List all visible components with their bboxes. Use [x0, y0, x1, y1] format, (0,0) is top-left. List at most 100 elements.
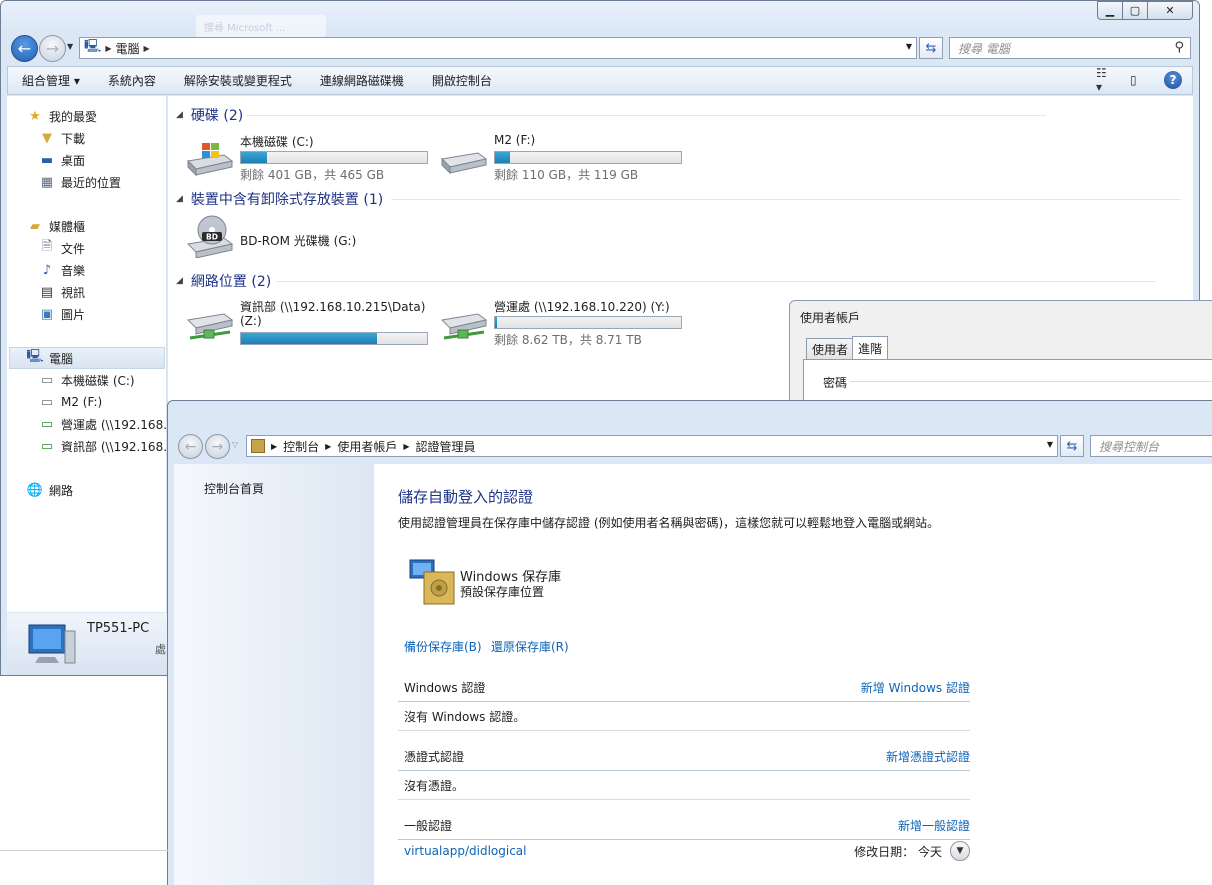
- vault-location: 預設保存庫位置: [460, 585, 545, 599]
- tab-advanced[interactable]: 進階: [852, 336, 889, 360]
- recent-pages-dropdown[interactable]: ▽: [232, 440, 238, 449]
- nav-network-drive-z[interactable]: ▭ 資訊部 (\\192.168.1: [39, 436, 175, 456]
- maximize-button[interactable]: ▢: [1123, 1, 1148, 20]
- nav-desktop[interactable]: ▬ 桌面: [39, 150, 85, 170]
- nav-network[interactable]: 🌐 網路: [27, 480, 73, 500]
- drive-g[interactable]: BD BD-ROM 光碟機 (G:): [186, 214, 446, 264]
- breadcrumb-separator[interactable]: ▶: [325, 442, 331, 451]
- nav-label: 文件: [61, 241, 86, 256]
- pc-name: TP551-PC: [87, 621, 150, 636]
- address-dropdown[interactable]: ▼: [1047, 440, 1053, 449]
- address-bar[interactable]: ▶ 控制台 ▶ 使用者帳戶 ▶ 認證管理員 ▼: [246, 435, 1058, 457]
- nav-computer[interactable]: 🖳 電腦: [26, 348, 73, 368]
- breadcrumb-computer[interactable]: 電腦: [116, 40, 140, 57]
- nav-drive-c[interactable]: ▭ 本機磁碟 (C:): [39, 370, 135, 390]
- group-header-hdd[interactable]: ◢ 硬碟 (2): [176, 105, 1046, 125]
- nav-drive-f[interactable]: ▭ M2 (F:): [39, 392, 102, 412]
- address-dropdown[interactable]: ▼: [906, 42, 912, 51]
- nav-recent[interactable]: ▦ 最近的位置: [39, 172, 121, 192]
- group-header-network[interactable]: ◢ 網路位置 (2): [176, 271, 1156, 291]
- star-icon: ★: [29, 108, 41, 124]
- drive-usage-fill: [241, 333, 377, 344]
- minimize-button[interactable]: ▁: [1097, 1, 1123, 20]
- documents-icon: 🗎: [41, 239, 53, 254]
- network-drive-y[interactable]: 營運處 (\\192.168.10.220) (Y:) 剩餘 8.62 TB，共…: [440, 298, 700, 348]
- refresh-button[interactable]: ⇆: [919, 37, 943, 59]
- computer-icon: 🖳: [26, 349, 44, 364]
- group-title: 網路位置 (2): [190, 274, 272, 290]
- collapse-triangle-icon[interactable]: ◢: [176, 194, 183, 204]
- preview-pane-icon[interactable]: ▯: [1130, 71, 1150, 89]
- group-header-removable[interactable]: ◢ 裝置中含有卸除式存放裝置 (1): [176, 189, 1181, 209]
- network-drive-icon: ▭: [40, 416, 54, 432]
- group-title: 裝置中含有卸除式存放裝置 (1): [190, 192, 384, 208]
- expand-credential-button[interactable]: ▼: [950, 841, 970, 861]
- nav-network-drive-y[interactable]: ▭ 營運處 (\\192.168.1: [39, 414, 175, 434]
- drive-usage-fill: [495, 152, 510, 163]
- search-input[interactable]: 搜尋控制台: [1090, 435, 1212, 457]
- nav-downloads[interactable]: ▼ 下載: [39, 128, 85, 148]
- tab-users[interactable]: 使用者: [806, 338, 855, 360]
- forward-button[interactable]: →: [205, 434, 230, 459]
- system-properties-button[interactable]: 系統內容: [94, 72, 170, 89]
- forward-button[interactable]: →: [39, 35, 66, 62]
- section-title: 一般認證: [404, 819, 453, 833]
- windows-drive-icon: ▭: [40, 372, 54, 388]
- network-drive-icon: [440, 313, 488, 340]
- nav-pictures[interactable]: ▣ 圖片: [39, 304, 85, 324]
- help-icon[interactable]: ?: [1164, 71, 1182, 89]
- forward-arrow-icon: →: [45, 39, 60, 58]
- nav-music[interactable]: ♪ 音樂: [39, 260, 85, 280]
- drive-c[interactable]: 本機磁碟 (C:) 剩餘 401 GB，共 465 GB: [186, 133, 446, 183]
- drive-letter: (Z:): [240, 314, 262, 328]
- drive-icon: [440, 152, 488, 175]
- backup-vault-link[interactable]: 備份保存庫(B): [404, 638, 482, 655]
- add-windows-credential-link[interactable]: 新增 Windows 認證: [861, 679, 970, 696]
- search-placeholder: 搜尋 電腦: [958, 41, 1010, 56]
- nav-libraries[interactable]: ▰ 媒體櫃: [27, 216, 85, 236]
- pc-extra: 處: [155, 643, 166, 656]
- drive-usage-fill: [241, 152, 268, 163]
- close-button[interactable]: ✕: [1148, 1, 1193, 20]
- breadcrumb-control-panel[interactable]: 控制台: [283, 438, 319, 455]
- recent-pages-dropdown[interactable]: ▼: [67, 42, 73, 51]
- drive-icon: ▭: [40, 394, 54, 410]
- breadcrumb-separator[interactable]: ▶: [105, 44, 111, 53]
- command-bar-right: ☷ ▾ ▯ ?: [1096, 66, 1182, 94]
- library-icon: ▰: [30, 218, 40, 234]
- breadcrumb-separator[interactable]: ▶: [271, 442, 277, 451]
- back-button[interactable]: ←: [178, 434, 203, 459]
- map-network-drive-button[interactable]: 連線網路磁碟機: [306, 72, 418, 89]
- address-row: ← → ▽ ▶ 控制台 ▶ 使用者帳戶 ▶ 認證管理員 ▼ ⇆ 搜尋控制台: [168, 431, 1212, 461]
- network-drive-icon: [186, 313, 234, 340]
- breadcrumb-separator[interactable]: ▶: [144, 44, 150, 53]
- add-certificate-credential-link[interactable]: 新增憑證式認證: [886, 748, 970, 765]
- collapse-triangle-icon[interactable]: ◢: [176, 276, 183, 286]
- credential-item-name[interactable]: virtualapp/didlogical: [404, 844, 526, 858]
- restore-vault-link[interactable]: 還原保存庫(R): [491, 638, 569, 655]
- open-control-panel-button[interactable]: 開啟控制台: [418, 72, 506, 89]
- bd-rom-icon: BD: [186, 215, 234, 258]
- network-drive-z[interactable]: 資訊部 (\\192.168.10.215\Data) (Z:): [186, 298, 446, 350]
- svg-text:BD: BD: [206, 233, 218, 242]
- organize-menu[interactable]: 組合管理 ▾: [8, 72, 94, 89]
- nav-favorites[interactable]: ★ 我的最愛: [27, 106, 97, 126]
- video-icon: ▤: [40, 284, 54, 300]
- address-bar[interactable]: 🖳 ▶ 電腦 ▶ ▼: [79, 37, 917, 59]
- collapse-triangle-icon[interactable]: ◢: [176, 110, 183, 120]
- add-generic-credential-link[interactable]: 新增一般認證: [898, 817, 970, 834]
- nav-documents[interactable]: 🗎 文件: [39, 238, 85, 258]
- refresh-button[interactable]: ⇆: [1060, 435, 1084, 457]
- breadcrumb-user-accounts[interactable]: 使用者帳戶: [337, 438, 397, 455]
- nav-videos[interactable]: ▤ 視訊: [39, 282, 85, 302]
- breadcrumb-credential-manager[interactable]: 認證管理員: [416, 438, 476, 455]
- uninstall-program-button[interactable]: 解除安裝或變更程式: [170, 72, 306, 89]
- drive-f[interactable]: M2 (F:) 剩餘 110 GB，共 119 GB: [440, 133, 700, 183]
- back-button[interactable]: ←: [11, 35, 38, 62]
- search-input[interactable]: 搜尋 電腦 ⚲: [949, 37, 1191, 59]
- control-panel-home-link[interactable]: 控制台首頁: [204, 480, 264, 497]
- desktop-icon: ▬: [40, 152, 54, 168]
- change-view-icon[interactable]: ☷ ▾: [1096, 66, 1116, 94]
- breadcrumb-separator[interactable]: ▶: [403, 442, 409, 451]
- computer-icon: 🖳: [84, 39, 102, 54]
